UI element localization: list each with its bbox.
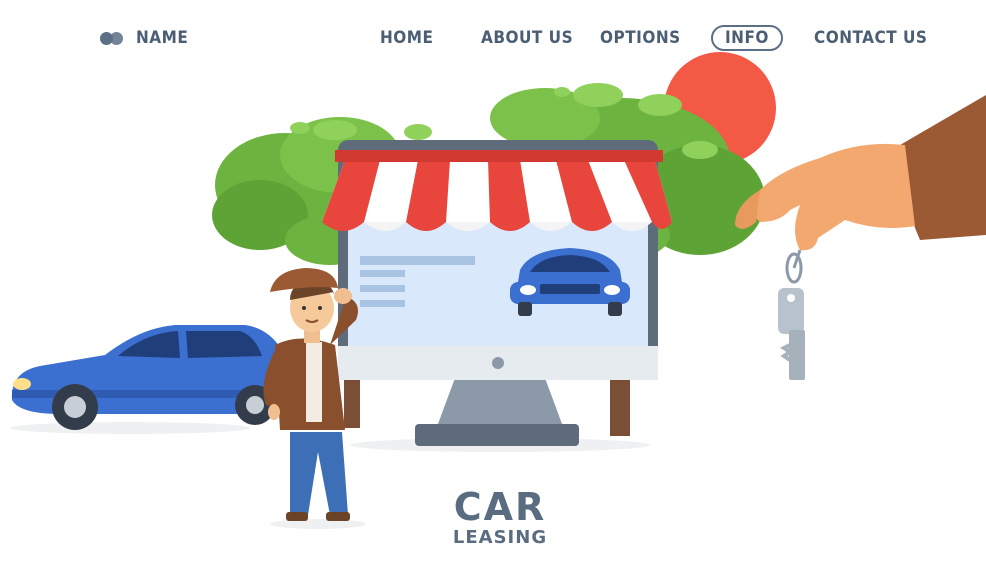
car-keys-icon [778,252,805,380]
hero-title-sub: LEASING [452,527,548,548]
shop-awning [322,150,672,231]
hero-title: CAR LEASING [430,488,570,550]
blue-car [11,325,290,430]
ground-shadow [270,519,366,529]
ground-shadow [10,422,250,434]
man-character [263,268,358,521]
hero-illustration [10,52,986,529]
hero-title-main: CAR [453,485,547,529]
